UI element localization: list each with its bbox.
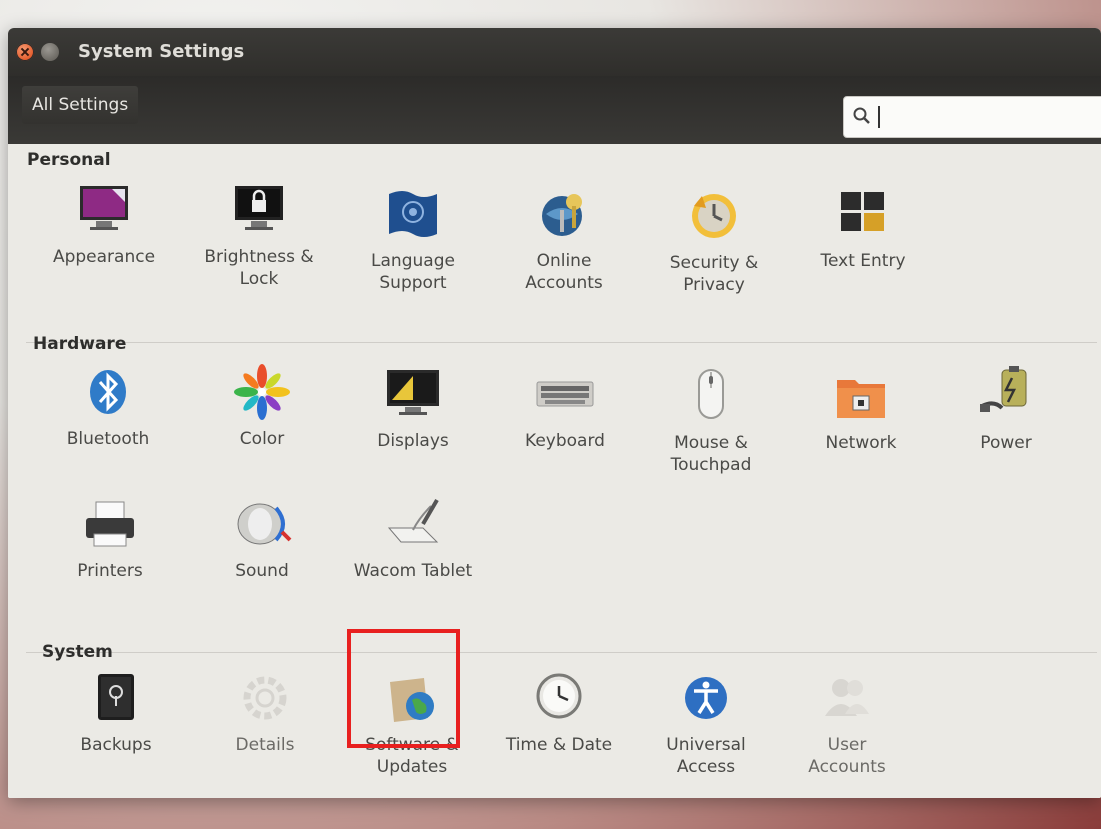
item-displays[interactable]: Displays <box>348 364 478 452</box>
item-online-accounts[interactable]: Online Accounts <box>499 184 629 294</box>
item-time-date[interactable]: Time & Date <box>494 668 624 756</box>
item-sound[interactable]: Sound <box>197 494 327 582</box>
online-accounts-icon <box>542 194 582 236</box>
text-caret <box>878 106 880 128</box>
close-button[interactable] <box>16 43 34 61</box>
wacom-tablet-icon <box>387 498 439 543</box>
item-label: Printers <box>77 561 143 581</box>
item-power[interactable]: Power <box>941 366 1071 454</box>
item-bluetooth[interactable]: Bluetooth <box>43 362 173 450</box>
printer-icon <box>86 501 134 547</box>
highlight-box <box>347 629 460 748</box>
item-label: Details <box>235 735 295 755</box>
item-printers[interactable]: Printers <box>45 494 175 582</box>
item-label: Appearance <box>52 247 156 267</box>
section-title-hardware: Hardware <box>33 334 127 354</box>
system-settings-window: System Settings All Settings Personal Ap… <box>8 28 1101 798</box>
item-label: Language Support <box>371 251 455 293</box>
divider <box>26 342 1097 343</box>
item-label: Power <box>980 433 1032 453</box>
sound-icon <box>237 503 292 545</box>
item-network[interactable]: Network <box>796 366 926 454</box>
item-universal-access[interactable]: Universal Access <box>641 668 771 778</box>
title-bar: System Settings <box>8 28 1101 76</box>
item-label: Online Accounts <box>525 251 603 293</box>
text-entry-icon <box>841 192 884 231</box>
bluetooth-icon <box>90 370 126 414</box>
security-privacy-icon <box>692 194 736 238</box>
item-details[interactable]: Details <box>200 668 330 756</box>
color-icon <box>234 364 290 420</box>
item-label: Text Entry <box>820 251 906 271</box>
mouse-icon <box>698 369 724 419</box>
window-title: System Settings <box>78 41 245 62</box>
item-user-accounts[interactable]: User Accounts <box>782 668 912 778</box>
minimize-button[interactable] <box>41 43 59 61</box>
search-input[interactable] <box>884 101 1088 133</box>
item-label: User Accounts <box>808 735 886 777</box>
search-field[interactable] <box>843 96 1101 138</box>
item-wacom-tablet[interactable]: Wacom Tablet <box>348 494 478 582</box>
section-title-personal: Personal <box>27 150 111 170</box>
item-backups[interactable]: Backups <box>51 668 181 756</box>
keyboard-icon <box>536 381 594 407</box>
item-label: Displays <box>377 431 449 451</box>
item-language-support[interactable]: Language Support <box>348 184 478 294</box>
toolbar: All Settings <box>8 76 1101 144</box>
item-label: Keyboard <box>525 431 605 451</box>
brightness-lock-icon <box>235 186 283 230</box>
item-label: Color <box>239 429 285 449</box>
item-label: Network <box>825 433 897 453</box>
search-icon <box>853 107 870 124</box>
item-label: Mouse & Touchpad <box>670 433 752 475</box>
all-settings-button[interactable]: All Settings <box>22 86 139 124</box>
displays-icon <box>387 370 439 415</box>
item-label: Sound <box>235 561 289 581</box>
user-accounts-icon <box>825 679 869 716</box>
item-label: Brightness & Lock <box>204 247 314 289</box>
network-icon <box>837 380 885 418</box>
item-label: Wacom Tablet <box>353 561 473 581</box>
power-icon <box>980 366 1027 412</box>
section-title-system: System <box>42 642 113 662</box>
universal-access-icon <box>685 677 727 719</box>
item-label: Time & Date <box>505 735 613 755</box>
item-brightness-lock[interactable]: Brightness & Lock <box>194 180 324 290</box>
item-label: Security & Privacy <box>669 253 759 295</box>
appearance-icon <box>80 186 128 230</box>
item-text-entry[interactable]: Text Entry <box>798 184 928 272</box>
clock-icon <box>536 673 582 719</box>
divider <box>26 652 1097 653</box>
item-keyboard[interactable]: Keyboard <box>500 364 630 452</box>
language-support-icon <box>389 191 437 237</box>
backups-icon <box>98 674 134 720</box>
details-icon <box>243 676 287 720</box>
item-label: Backups <box>80 735 152 755</box>
item-mouse-touchpad[interactable]: Mouse & Touchpad <box>646 366 776 476</box>
item-appearance[interactable]: Appearance <box>39 180 169 268</box>
item-color[interactable]: Color <box>197 362 327 450</box>
item-security-privacy[interactable]: Security & Privacy <box>649 186 779 296</box>
item-label: Bluetooth <box>66 429 150 449</box>
settings-content: Personal Appearance Brightness & Lock La… <box>8 144 1101 798</box>
item-label: Universal Access <box>666 735 746 777</box>
